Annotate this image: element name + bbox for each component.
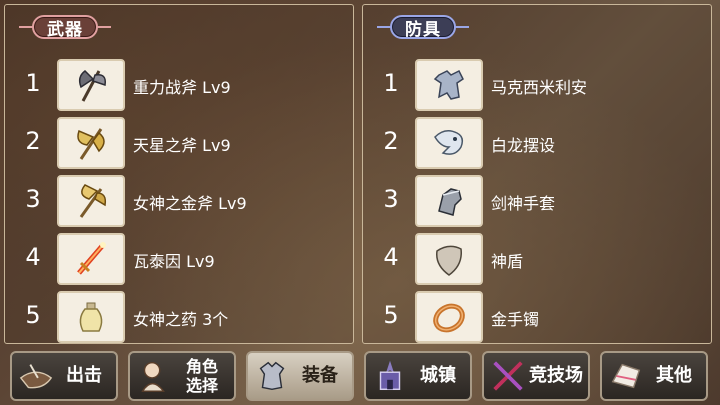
weapon-slot-1[interactable]: 1 重力战斧 Lv9 [5, 57, 355, 113]
character-select-button[interactable]: 角色 选择 [128, 351, 236, 401]
armor-name: 马克西米利安 [491, 78, 588, 97]
shield-icon [436, 245, 462, 276]
nav-label: 装备 [302, 365, 338, 386]
slot-number: 1 [383, 69, 399, 97]
weapon-name: 重力战斧 Lv9 [133, 78, 231, 97]
town-button[interactable]: 城镇 [364, 351, 472, 401]
armor-icon-box[interactable] [415, 117, 483, 169]
nav-label: 其他 [656, 365, 692, 386]
sortie-button[interactable]: 出击 [10, 351, 118, 401]
nav-label: 角色 选择 [174, 357, 234, 395]
plate-armor-icon [433, 69, 464, 100]
weapon-icon-box[interactable] [57, 291, 125, 343]
weapon-icon-box[interactable] [57, 233, 125, 285]
armor-icon-box[interactable] [415, 233, 483, 285]
weapon-slot-4[interactable]: 4 瓦泰因 Lv9 [5, 231, 355, 287]
armor-icon-box[interactable] [415, 291, 483, 343]
bracelet-icon [433, 303, 465, 333]
slot-number: 3 [25, 185, 41, 213]
weapon-name: 天星之斧 Lv9 [133, 136, 231, 155]
weapon-icon-box[interactable] [57, 59, 125, 111]
armor-slot-2[interactable]: 2 白龙摆设 [363, 115, 713, 171]
potion-icon [79, 302, 103, 332]
armor-icon-box[interactable] [415, 59, 483, 111]
weapon-name: 瓦泰因 Lv9 [133, 252, 215, 271]
weapon-slot-2[interactable]: 2 天星之斧 Lv9 [5, 115, 355, 171]
nav-label: 城镇 [420, 365, 456, 386]
armor-name: 神盾 [491, 252, 524, 271]
slot-number: 5 [383, 301, 399, 329]
armor-name: 剑神手套 [491, 194, 556, 213]
armor-slot-4[interactable]: 4 神盾 [363, 231, 713, 287]
sortie-icon [16, 356, 56, 396]
armor-title: 防具 [390, 15, 456, 40]
nav-label-line2: 选择 [185, 376, 218, 395]
gold-axe-icon [77, 128, 105, 160]
flame-sword-icon [77, 242, 106, 275]
nav-label-line1: 角色 [185, 357, 218, 376]
slot-number: 5 [25, 301, 41, 329]
arena-button[interactable]: 竞技场 [482, 351, 590, 401]
armor-header: 防具 [377, 13, 469, 41]
weapons-header: 武器 [19, 13, 111, 41]
arena-icon [488, 356, 528, 396]
nav-label: 竞技场 [529, 365, 583, 386]
weapon-slot-3[interactable]: 3 女神之金斧 Lv9 [5, 173, 355, 229]
slot-number: 2 [25, 127, 41, 155]
armor-slot-3[interactable]: 3 剑神手套 [363, 173, 713, 229]
armor-panel: 防具 1 马克西米利安 2 白龙摆设 3 剑神手套 4 神盾 5 金手镯 [362, 4, 712, 344]
weapon-icon-box[interactable] [57, 117, 125, 169]
goddess-axe-icon [79, 184, 107, 218]
slot-number: 4 [25, 243, 41, 271]
slot-number: 1 [25, 69, 41, 97]
weapon-name: 女神之药 3个 [133, 310, 229, 329]
other-icon [606, 356, 646, 396]
weapons-panel: 武器 1 重力战斧 Lv9 2 天星之斧 Lv9 3 女神之金斧 Lv9 4 瓦… [4, 4, 354, 344]
armor-slot-5[interactable]: 5 金手镯 [363, 289, 713, 345]
armor-name: 金手镯 [491, 310, 540, 329]
town-icon [370, 356, 410, 396]
slot-number: 2 [383, 127, 399, 155]
weapon-slot-5[interactable]: 5 女神之药 3个 [5, 289, 355, 345]
gauntlet-icon [438, 188, 462, 216]
weapon-icon-box[interactable] [57, 175, 125, 227]
other-button[interactable]: 其他 [600, 351, 708, 401]
character-icon [134, 356, 174, 396]
equipment-icon [252, 356, 292, 396]
nav-label: 出击 [66, 365, 102, 386]
slot-number: 3 [383, 185, 399, 213]
battle-axe-icon [78, 70, 107, 102]
armor-slot-1[interactable]: 1 马克西米利安 [363, 57, 713, 113]
weapons-title: 武器 [32, 15, 98, 40]
slot-number: 4 [383, 243, 399, 271]
armor-icon-box[interactable] [415, 175, 483, 227]
weapon-name: 女神之金斧 Lv9 [133, 194, 247, 213]
equipment-button[interactable]: 装备 [246, 351, 354, 401]
bottom-nav: 出击 角色 选择 装备 城镇 竞技场 其他 [0, 346, 720, 405]
armor-name: 白龙摆设 [491, 136, 556, 155]
white-dragon-icon [434, 130, 464, 155]
